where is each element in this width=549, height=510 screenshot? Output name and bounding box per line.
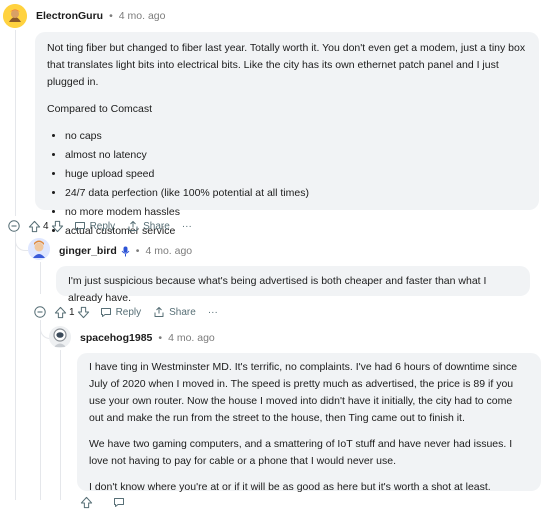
avatar[interactable]	[3, 4, 27, 28]
username[interactable]: spacehog1985	[80, 332, 152, 344]
thread-line	[40, 262, 41, 294]
comment-meta: ginger_bird • 4 mo. ago	[59, 245, 192, 257]
comment-meta: ElectronGuru • 4 mo. ago	[36, 10, 165, 22]
list-item: no caps	[65, 128, 527, 145]
list-item: huge upload speed	[65, 166, 527, 183]
thread-branch	[15, 232, 28, 251]
collapse-icon	[8, 220, 20, 232]
comment-actions: 4 Reply Share ···	[8, 218, 204, 234]
collapse-icon	[34, 306, 46, 318]
thread-line	[15, 30, 16, 216]
share-button[interactable]: Share	[127, 220, 170, 232]
reply-icon	[114, 498, 124, 507]
comment-paragraph: Not ting fiber but changed to fiber last…	[47, 42, 526, 88]
more-icon: ···	[207, 306, 218, 318]
list-item: almost no latency	[65, 147, 527, 164]
comment-paragraph: I'm just suspicious because what's being…	[68, 275, 487, 304]
vote-group	[80, 496, 93, 509]
collapse-button[interactable]	[34, 306, 46, 318]
thread-line	[60, 350, 61, 500]
reply-button[interactable]: Reply	[74, 220, 116, 232]
downvote-icon[interactable]	[77, 306, 90, 319]
more-options-button[interactable]: ···	[208, 307, 218, 318]
share-icon	[128, 221, 138, 231]
thread-line	[15, 232, 16, 500]
comment-paragraph: Compared to Comcast	[47, 103, 153, 115]
comment-body: I have ting in Westminster MD. It's terr…	[77, 353, 541, 493]
reply-icon	[100, 308, 111, 317]
comment-body: Not ting fiber but changed to fiber last…	[35, 32, 539, 237]
downvote-icon[interactable]	[51, 220, 64, 233]
separator-dot: •	[109, 10, 113, 22]
separator-dot: •	[158, 332, 163, 344]
upvote-icon[interactable]	[54, 306, 67, 319]
thread-line	[40, 320, 41, 500]
reply-icon	[74, 222, 85, 231]
vote-group: 4	[28, 220, 64, 233]
reply-button[interactable]	[113, 496, 125, 508]
comment-meta: spacehog1985 • 4 mo. ago	[80, 332, 215, 344]
comment-actions: 1 Reply Share ···	[34, 304, 230, 320]
share-icon	[154, 307, 164, 317]
collapse-button[interactable]	[8, 220, 20, 232]
username[interactable]: ElectronGuru	[36, 10, 103, 22]
list-item: 24/7 data perfection (like 100% potentia…	[65, 185, 527, 202]
comment-paragraph: I have ting in Westminster MD. It's terr…	[89, 361, 518, 424]
mic-icon	[121, 246, 130, 256]
timestamp[interactable]: 4 mo. ago	[145, 245, 192, 257]
avatar[interactable]	[49, 326, 71, 348]
avatar[interactable]	[28, 238, 50, 260]
reply-label: Reply	[89, 220, 116, 232]
vote-group: 1	[54, 306, 90, 319]
share-label: Share	[143, 220, 170, 232]
vote-count: 1	[69, 306, 75, 318]
share-button[interactable]: Share	[153, 306, 196, 318]
comment-paragraph: We have two gaming computers, and a smat…	[89, 438, 513, 467]
separator-dot: •	[135, 245, 140, 257]
comment-body: I'm just suspicious because what's being…	[56, 266, 530, 304]
username[interactable]: ginger_bird	[59, 245, 117, 257]
vote-count: 4	[43, 220, 49, 232]
more-icon: ···	[181, 220, 192, 232]
comment-actions	[80, 494, 137, 510]
upvote-icon[interactable]	[28, 220, 41, 233]
timestamp[interactable]: 4 mo. ago	[168, 332, 215, 344]
reply-button[interactable]: Reply	[100, 306, 142, 318]
share-label: Share	[169, 306, 196, 318]
more-options-button[interactable]: ···	[182, 221, 192, 232]
reply-label: Reply	[115, 306, 142, 318]
timestamp[interactable]: 4 mo. ago	[119, 10, 166, 22]
upvote-icon[interactable]	[80, 496, 93, 509]
comment-paragraph: I don't know where you're at or if it wi…	[89, 481, 491, 493]
